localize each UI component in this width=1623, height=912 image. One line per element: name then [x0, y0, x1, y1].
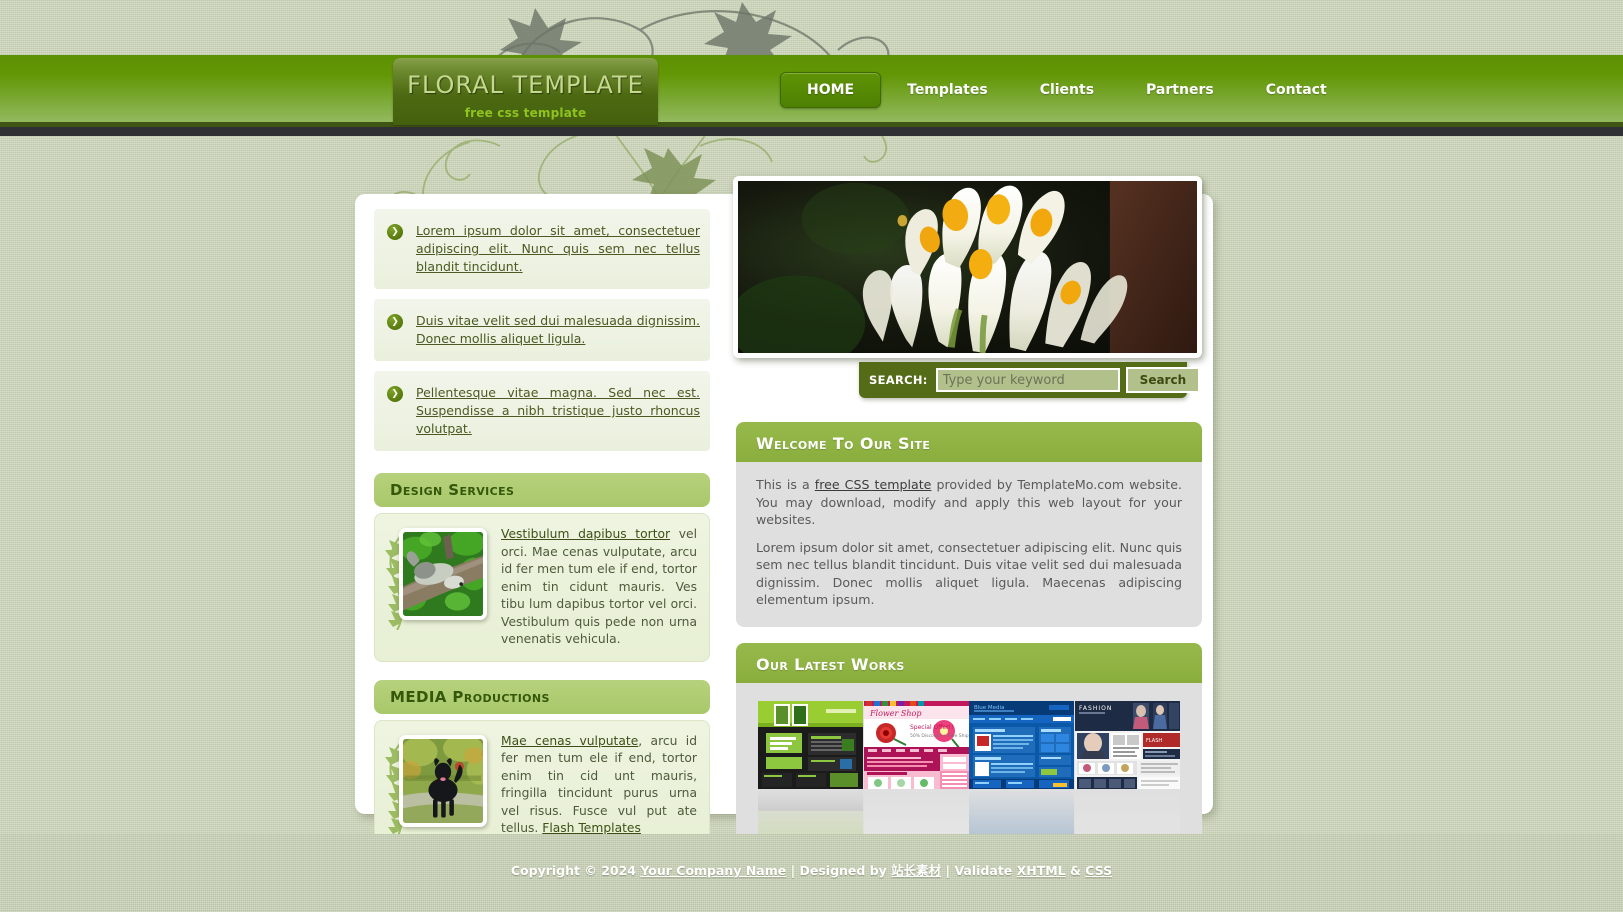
footer: Copyright © 2024 Your Company Name | Des… — [0, 834, 1623, 912]
footer-text: Copyright © 2024 Your Company Name | Des… — [0, 834, 1623, 879]
footer-designed-by: | Designed by — [786, 863, 892, 878]
svg-text:FLASH: FLASH — [1146, 738, 1162, 744]
nav-item-contact[interactable]: Contact — [1240, 72, 1353, 108]
site-logo[interactable]: FLORAL TEMPLATE free css template — [393, 58, 658, 125]
panel-text: Mae cenas vulputate, arcu id fer men tum… — [501, 733, 697, 841]
work-thumbnail[interactable]: FASHION FLASH — [1074, 700, 1180, 789]
chevron-right-icon: ❯ — [387, 314, 403, 330]
works-heading: Our Latest Works — [736, 642, 1202, 683]
header-stripe-dark — [0, 127, 1623, 136]
panel-media-productions: MEDIA Productions Mae cenas vulputate, a… — [374, 679, 710, 854]
panel-thumbnail-dog[interactable] — [399, 734, 487, 827]
panel-latest-works: Our Latest Works Flower Shop Special Off… — [736, 642, 1202, 865]
panel-body-text: vel orci. Mae cenas vulputate, arcu id f… — [501, 527, 697, 646]
welcome-paragraph-1: This is a free CSS template provided by … — [756, 476, 1182, 529]
welcome-body: This is a free CSS template provided by … — [736, 462, 1202, 627]
svg-text:FASHION: FASHION — [1079, 705, 1112, 712]
panel-design-services: Design Services Vestibulum dapibus torto… — [374, 473, 710, 662]
welcome-paragraph-2: Lorem ipsum dolor sit amet, consectetuer… — [756, 539, 1182, 608]
feature-list: ❯ Lorem ipsum dolor sit amet, consectetu… — [374, 205, 710, 455]
panel-welcome: Welcome To Our Site This is a free CSS t… — [736, 422, 1202, 627]
list-item[interactable]: ❯ Duis vitae velit sed dui malesuada dig… — [374, 299, 710, 361]
search-bar: SEARCH: Search — [859, 362, 1201, 398]
designer-link[interactable]: 站长素材 — [891, 863, 941, 878]
logo-title: FLORAL TEMPLATE — [407, 71, 644, 99]
work-item-fashion: FASHION FLASH — [1074, 700, 1180, 837]
footer-amp: & — [1065, 863, 1086, 878]
feature-link[interactable]: Pellentesque vitae magna. Sed nec est. S… — [416, 384, 700, 438]
nav-item-partners[interactable]: Partners — [1120, 72, 1240, 108]
works-grid: Flower Shop Special Offer!! 50% Discount… — [756, 697, 1182, 847]
hero-flower-image — [733, 176, 1202, 358]
panel-body: Vestibulum dapibus tortor vel orci. Mae … — [374, 513, 710, 662]
nav-item-templates[interactable]: Templates — [881, 72, 1014, 108]
panel-heading: MEDIA Productions — [374, 679, 710, 714]
work-thumbnail[interactable]: Blue Media — [969, 700, 1075, 789]
work-reflection — [758, 788, 863, 837]
work-thumbnail[interactable] — [758, 700, 863, 789]
panel-text: Vestibulum dapibus tortor vel orci. Mae … — [501, 526, 697, 649]
chevron-right-icon: ❯ — [387, 224, 403, 240]
search-input[interactable] — [935, 368, 1120, 392]
svg-text:Flower Shop: Flower Shop — [869, 709, 921, 718]
panel-heading: Design Services — [374, 473, 710, 507]
thumbnail-wrapper — [385, 526, 491, 634]
panel-trailing-link[interactable]: Flash Templates — [542, 821, 641, 835]
panel-inline-link[interactable]: Mae cenas vulputate — [501, 734, 638, 748]
work-reflection — [863, 788, 969, 837]
free-css-template-link[interactable]: free CSS template — [815, 477, 932, 492]
nav-item-clients[interactable]: Clients — [1014, 72, 1120, 108]
company-link[interactable]: Your Company Name — [640, 863, 786, 878]
right-column: Welcome To Our Site This is a free CSS t… — [736, 422, 1202, 881]
thumbnail-wrapper — [385, 733, 491, 841]
welcome-p1-pre: This is a — [756, 477, 815, 492]
footer-copyright: Copyright © 2024 — [510, 863, 641, 878]
footer-validate: | Validate — [941, 863, 1017, 878]
work-item-insect-blog — [758, 700, 863, 837]
panel-inline-link[interactable]: Vestibulum dapibus tortor — [501, 527, 670, 541]
work-reflection — [969, 788, 1075, 837]
nav-item-home[interactable]: HOME — [780, 72, 882, 108]
search-button[interactable]: Search — [1125, 367, 1201, 393]
panel-thumbnail-squirrel[interactable] — [399, 528, 487, 620]
css-link[interactable]: CSS — [1085, 863, 1112, 878]
main-navigation: HOME Templates Clients Partners Contact — [780, 58, 1353, 122]
list-item[interactable]: ❯ Lorem ipsum dolor sit amet, consectetu… — [374, 209, 710, 289]
work-item-blue-media: Blue Media — [969, 700, 1075, 837]
chevron-right-icon: ❯ — [387, 386, 403, 402]
xhtml-link[interactable]: XHTML — [1017, 863, 1066, 878]
svg-text:Special Offer!!: Special Offer!! — [910, 724, 953, 731]
feature-link[interactable]: Duis vitae velit sed dui malesuada digni… — [416, 312, 700, 348]
search-label: SEARCH: — [869, 373, 928, 387]
list-item[interactable]: ❯ Pellentesque vitae magna. Sed nec est.… — [374, 371, 710, 451]
work-reflection — [1074, 788, 1180, 837]
panel-body-text: , arcu id fer men tum ele if end, tortor… — [501, 733, 697, 836]
welcome-heading: Welcome To Our Site — [736, 422, 1202, 462]
work-thumbnail[interactable]: Flower Shop Special Offer!! 50% Discount… — [863, 700, 969, 789]
work-item-flower-shop: Flower Shop Special Offer!! 50% Discount… — [863, 700, 969, 837]
feature-link[interactable]: Lorem ipsum dolor sit amet, consectetuer… — [416, 222, 700, 276]
logo-tagline: free css template — [464, 106, 587, 120]
left-column: ❯ Lorem ipsum dolor sit amet, consectetu… — [374, 205, 710, 854]
svg-text:50% Discount + Free Shipping: 50% Discount + Free Shipping — [910, 733, 969, 739]
